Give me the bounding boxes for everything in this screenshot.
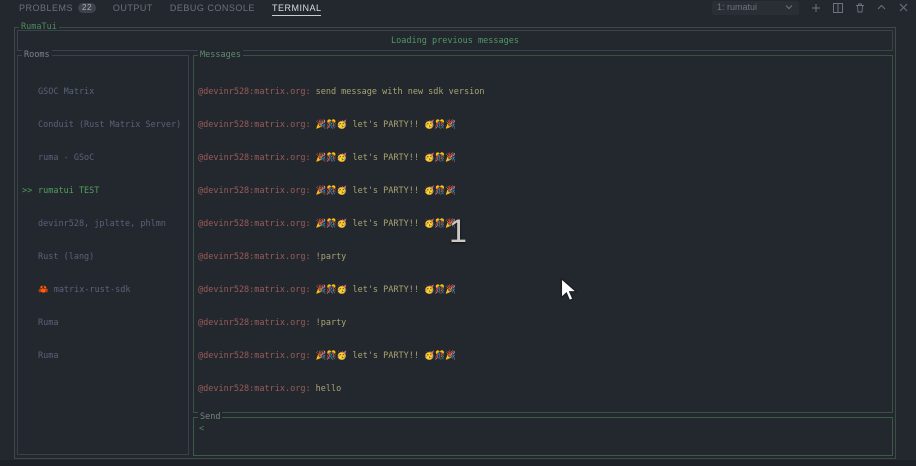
message-sender: @devinr528:matrix.org: <box>198 186 311 196</box>
tab-debug-console[interactable]: DEBUG CONSOLE <box>170 3 255 13</box>
window-bottom-edge <box>0 460 916 466</box>
message-body: 🎉🎊🥳 let's PARTY!! 🥳🎊🎉 <box>316 186 456 196</box>
room-item-label: GSOC Matrix <box>38 87 94 97</box>
message-row: @devinr528:matrix.org: 🎉🎊🥳 let's PARTY!! … <box>198 120 889 131</box>
message-sender: @devinr528:matrix.org: <box>198 384 311 394</box>
loading-banner-text: Loading previous messages <box>18 31 892 50</box>
tab-problems-label: PROBLEMS <box>19 3 73 13</box>
rooms-panel: Rooms GSOC Matrix Conduit (Rust Matrix S… <box>17 55 189 455</box>
room-item[interactable]: 🦀 matrix-rust-sdk <box>22 285 185 296</box>
room-item[interactable]: Rust (lang) <box>22 252 185 263</box>
rooms-panel-title: Rooms <box>22 50 52 61</box>
message-row: @devinr528:matrix.org: !party <box>198 252 889 263</box>
message-body: 🎉🎊🥳 let's PARTY!! 🥳🎊🎉 <box>316 219 456 229</box>
message-row: @devinr528:matrix.org: send message with … <box>198 87 889 98</box>
message-body: 🎉🎊🥳 let's PARTY!! 🥳🎊🎉 <box>316 153 456 163</box>
message-row: @devinr528:matrix.org: !party <box>198 318 889 329</box>
tab-terminal[interactable]: TERMINAL <box>272 3 322 13</box>
terminal-picker-value: 1: rumatui <box>717 2 757 12</box>
trash-icon[interactable] <box>854 2 865 13</box>
selected-room-marker: >> <box>22 186 38 197</box>
message-sender: @devinr528:matrix.org: <box>198 351 311 361</box>
message-sender: @devinr528:matrix.org: <box>198 219 311 229</box>
room-item[interactable]: Ruma <box>22 351 185 362</box>
message-body: 🎉🎊🥳 let's PARTY!! 🥳🎊🎉 <box>316 120 456 130</box>
message-body: !party <box>316 318 347 328</box>
room-item[interactable]: Ruma <box>22 318 185 329</box>
message-row: @devinr528:matrix.org: 🎉🎊🥳 let's PARTY!! … <box>198 186 889 197</box>
tab-problems[interactable]: PROBLEMS 22 <box>19 3 96 13</box>
message-sender: @devinr528:matrix.org: <box>198 318 311 328</box>
message-sender: @devinr528:matrix.org: <box>198 87 311 97</box>
send-panel-title: Send <box>198 412 222 423</box>
message-row: @devinr528:matrix.org: 🎉🎊🥳 let's PARTY!! … <box>198 351 889 362</box>
chevron-up-icon[interactable] <box>876 2 887 13</box>
terminal-picker-dropdown[interactable]: 1: rumatui <box>712 1 799 15</box>
tab-output-label: OUTPUT <box>113 3 153 13</box>
messages-panel-title: Messages <box>198 50 243 61</box>
tab-output[interactable]: OUTPUT <box>113 3 153 13</box>
plus-icon[interactable] <box>810 2 821 13</box>
message-row: @devinr528:matrix.org: hello <box>198 384 889 395</box>
room-item-label: Ruma <box>38 318 58 328</box>
problems-count-badge: 22 <box>78 3 96 13</box>
tab-terminal-label: TERMINAL <box>272 3 322 16</box>
room-item-label: ruma - GSoC <box>38 153 94 163</box>
close-icon[interactable] <box>898 2 909 13</box>
send-input-prompt: < <box>199 424 204 434</box>
message-sender: @devinr528:matrix.org: <box>198 285 311 295</box>
message-body: 🎉🎊🥳 let's PARTY!! 🥳🎊🎉 <box>316 351 456 361</box>
room-item-label: devinr528, jplatte, phlmn <box>38 219 166 229</box>
message-sender: @devinr528:matrix.org: <box>198 120 311 130</box>
keystroke-overlay: 1 <box>444 212 472 250</box>
messages-panel: Messages @devinr528:matrix.org:send mess… <box>193 55 893 413</box>
message-body: 🎉🎊🥳 let's PARTY!! 🥳🎊🎉 <box>316 285 456 295</box>
split-terminal-icon[interactable] <box>832 2 843 13</box>
chevron-down-icon <box>783 2 794 13</box>
messages-list: @devinr528:matrix.org: send message with … <box>198 65 889 417</box>
room-item[interactable]: ruma - GSoC <box>22 153 185 164</box>
room-item-label: 🦀 matrix-rust-sdk <box>38 285 130 295</box>
room-item[interactable]: devinr528, jplatte, phlmn <box>22 219 185 230</box>
message-row: @devinr528:matrix.org: 🎉🎊🥳 let's PARTY!! … <box>198 219 889 230</box>
room-item[interactable]: Conduit (Rust Matrix Server) <box>22 120 185 131</box>
message-body: hello <box>316 384 342 394</box>
send-input-panel[interactable]: Send < <box>193 417 893 456</box>
loading-banner: Loading previous messages <box>17 30 893 51</box>
message-body: send message with new sdk version <box>316 87 485 97</box>
message-row: @devinr528:matrix.org: 🎉🎊🥳 let's PARTY!! … <box>198 285 889 296</box>
tab-debug-console-label: DEBUG CONSOLE <box>170 3 255 13</box>
message-sender: @devinr528:matrix.org: <box>198 153 311 163</box>
message-row: @devinr528:matrix.org: 🎉🎊🥳 let's PARTY!! … <box>198 153 889 164</box>
room-item[interactable]: GSOC Matrix <box>22 87 185 98</box>
room-item-selected[interactable]: >>rumatui TEST <box>22 186 185 197</box>
terminal-controls: 1: rumatui <box>712 0 909 15</box>
mouse-cursor <box>560 278 578 302</box>
room-item-label: Conduit (Rust Matrix Server) <box>38 120 181 130</box>
message-body: !party <box>316 252 347 262</box>
message-sender: @devinr528:matrix.org: <box>198 252 311 262</box>
room-item-label: rumatui TEST <box>38 186 99 196</box>
rooms-list: GSOC Matrix Conduit (Rust Matrix Server)… <box>22 65 185 384</box>
room-item-label: Rust (lang) <box>38 252 94 262</box>
room-item-label: Ruma <box>38 351 58 361</box>
